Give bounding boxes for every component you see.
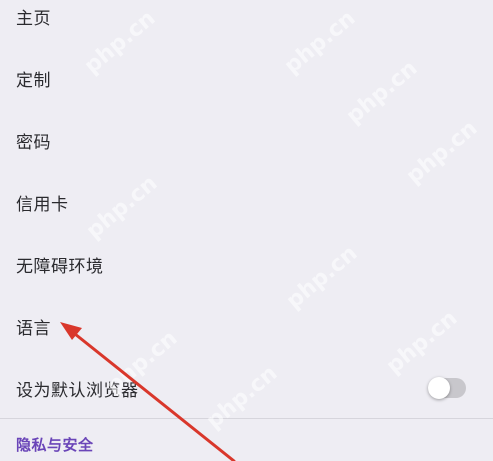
default-browser-toggle[interactable] [428,377,466,399]
settings-item-customize-label: 定制 [16,70,51,91]
settings-item-passwords-label: 密码 [16,132,51,153]
settings-item-passwords[interactable]: 密码 [0,118,493,162]
section-header-privacy-security: 隐私与安全 [16,436,94,454]
settings-item-default-browser-label: 设为默认浏览器 [16,380,139,401]
settings-item-accessibility-label: 无障碍环境 [16,256,104,277]
settings-item-customize[interactable]: 定制 [0,56,493,100]
settings-item-accessibility[interactable]: 无障碍环境 [0,242,493,286]
settings-item-home[interactable]: 主页 [0,0,493,38]
settings-screen: 主页 定制 密码 信用卡 无障碍环境 语言 设为默认浏览器 隐私与安全 php.… [0,0,493,461]
settings-item-credit-cards-label: 信用卡 [16,194,69,215]
toggle-knob [428,377,450,399]
settings-item-language-label: 语言 [16,318,51,339]
settings-item-language[interactable]: 语言 [0,304,493,348]
settings-item-default-browser[interactable]: 设为默认浏览器 [0,366,493,410]
settings-item-home-label: 主页 [16,8,51,29]
section-divider [0,418,493,419]
settings-item-credit-cards[interactable]: 信用卡 [0,180,493,224]
